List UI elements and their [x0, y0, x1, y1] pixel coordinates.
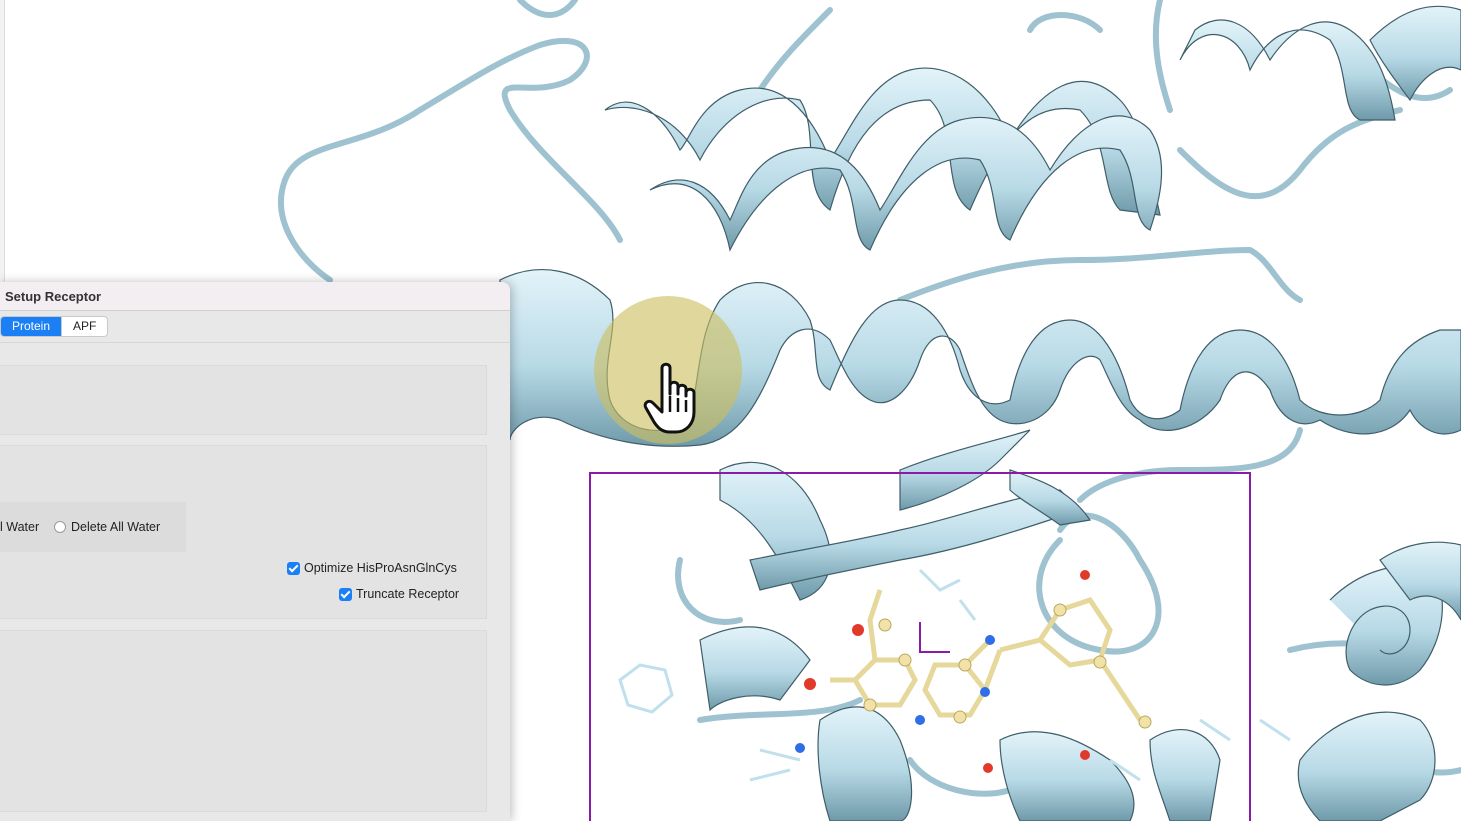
window-edge [0, 0, 5, 282]
panel-tab-bar: Protein APF [0, 316, 109, 337]
divider [0, 342, 510, 343]
tab-apf[interactable]: APF [61, 317, 107, 336]
hand-pointer-icon [643, 362, 696, 434]
options-group-1 [0, 365, 487, 435]
truncate-receptor-checkbox[interactable] [339, 588, 352, 601]
tab-protein[interactable]: Protein [1, 317, 62, 336]
delete-all-water-label[interactable]: Delete All Water [71, 520, 160, 534]
optimize-label[interactable]: Optimize HisProAsnGlnCys [304, 561, 457, 575]
water-options: l Water Delete All Water [0, 502, 186, 552]
delete-all-water-radio[interactable] [54, 521, 66, 533]
optimize-checkbox[interactable] [287, 562, 300, 575]
water-option-partial-label[interactable]: l Water [0, 520, 39, 534]
options-group-3 [0, 630, 487, 812]
panel-title: Setup Receptor [5, 289, 102, 304]
truncate-receptor-label[interactable]: Truncate Receptor [356, 587, 459, 601]
setup-receptor-panel: Setup Receptor Protein APF l Water Delet… [0, 282, 510, 821]
panel-titlebar[interactable]: Setup Receptor [0, 282, 510, 311]
